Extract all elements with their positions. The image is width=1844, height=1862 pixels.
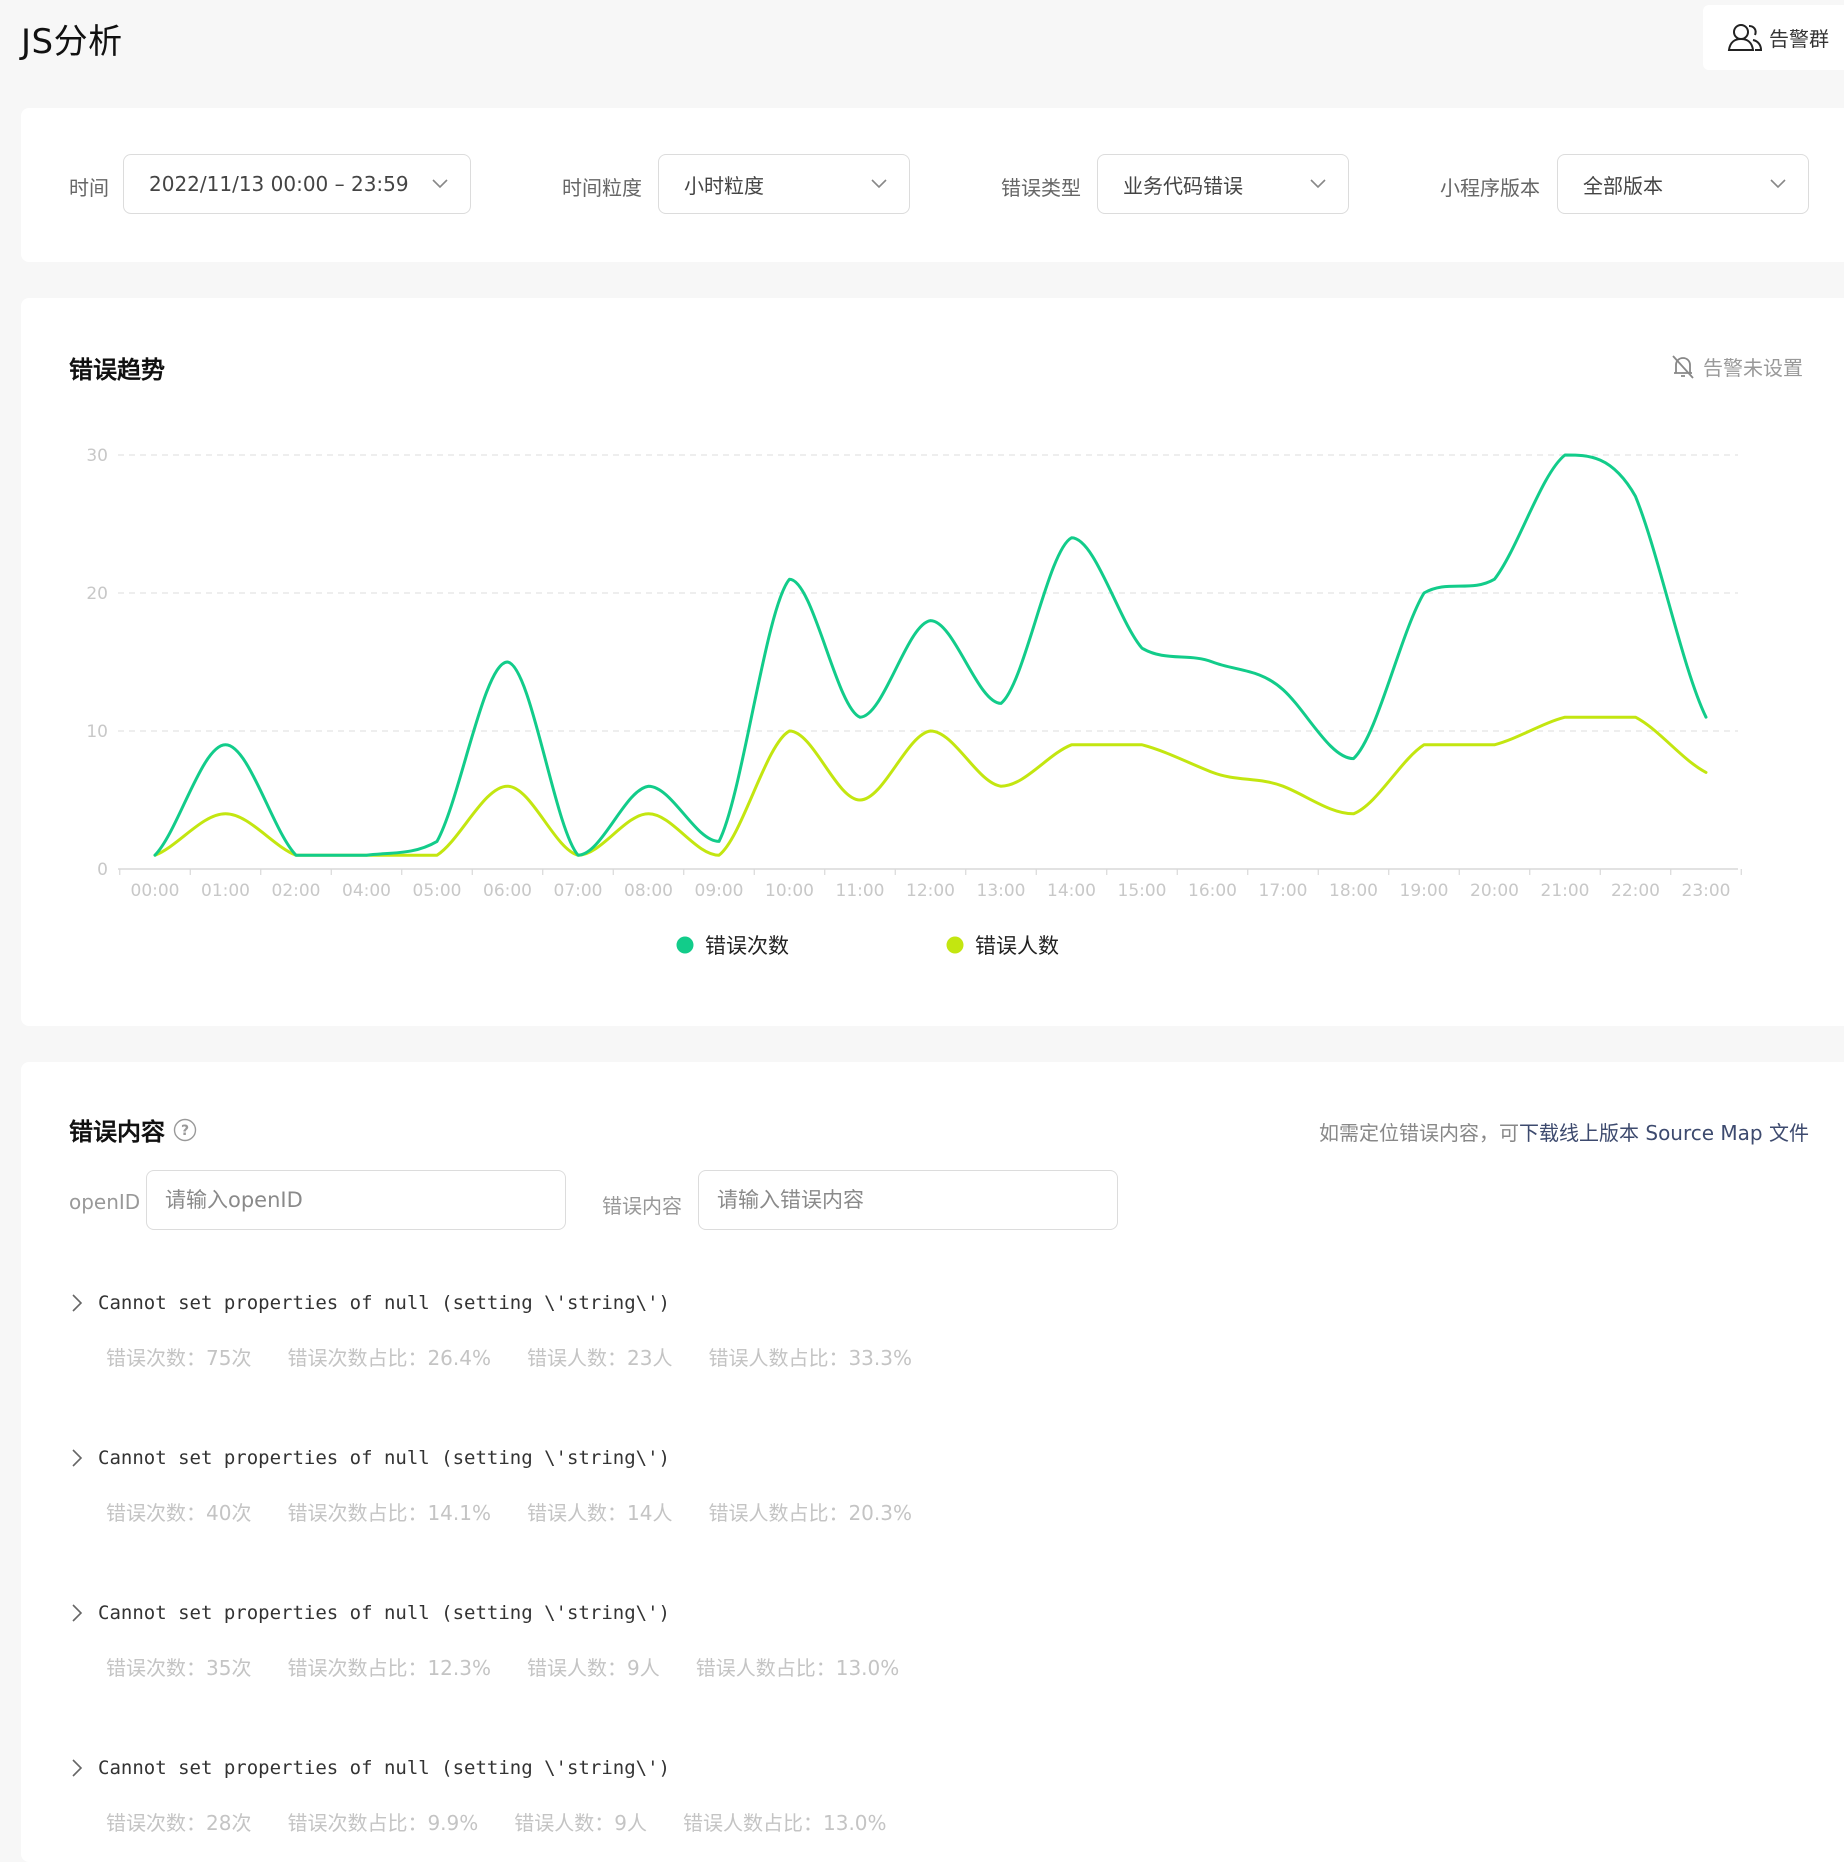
error-users-ratio: 错误人数占比：33.3% (708, 1346, 912, 1370)
error-message: Cannot set properties of null (setting \… (98, 1447, 670, 1469)
series-line (153, 453, 1708, 857)
error-users: 错误人数：9人 (514, 1811, 647, 1835)
content-title: 错误内容 (69, 1118, 165, 1146)
chevron-right-icon (72, 1604, 83, 1622)
x-tick-label: 04:00 (342, 881, 391, 901)
error-count-ratio: 错误次数占比：9.9% (287, 1811, 479, 1835)
x-tick-label: 18:00 (1329, 881, 1378, 901)
error-message: Cannot set properties of null (setting \… (98, 1292, 670, 1314)
error-expand-toggle[interactable]: Cannot set properties of null (setting \… (70, 1447, 1770, 1469)
error-count: 错误次数：35次 (106, 1656, 252, 1680)
legend-label: 错误人数 (975, 934, 1059, 958)
legend-marker (946, 936, 964, 954)
content-title-wrap: 错误内容 ? (69, 1112, 197, 1147)
error-stats: 错误次数：35次 错误次数占比：12.3% 错误人数：9人 错误人数占比：13.… (70, 1652, 1770, 1681)
x-tick-label: 10:00 (765, 881, 814, 901)
x-tick-label: 00:00 (131, 881, 180, 901)
error-count: 错误次数：28次 (106, 1811, 252, 1835)
error-expand-toggle[interactable]: Cannot set properties of null (setting \… (70, 1757, 1770, 1779)
error-keyword-input[interactable] (698, 1170, 1118, 1230)
error-expand-toggle[interactable]: Cannot set properties of null (setting \… (70, 1292, 1770, 1314)
help-icon[interactable]: ? (173, 1118, 197, 1142)
error-stats: 错误次数：75次 错误次数占比：26.4% 错误人数：23人 错误人数占比：33… (70, 1342, 1770, 1371)
x-tick-label: 06:00 (483, 881, 532, 901)
error-list-item: Cannot set properties of null (setting \… (70, 1447, 1770, 1526)
error-count: 错误次数：40次 (106, 1501, 252, 1525)
error-list-item: Cannot set properties of null (setting \… (70, 1602, 1770, 1681)
y-tick-label: 20 (86, 584, 108, 604)
error-trend-chart: 0 10 20 30 00:00 01:00 02:00 04:00 05:00 06:00 07:… (86, 446, 1742, 958)
x-tick-label: 16:00 (1188, 881, 1237, 901)
x-tick-label: 17:00 (1259, 881, 1308, 901)
legend-marker (676, 936, 694, 954)
x-tick-label: 02:00 (272, 881, 321, 901)
x-tick-label: 22:00 (1611, 881, 1660, 901)
x-tick-label: 11:00 (836, 881, 885, 901)
x-tick-label: 01:00 (201, 881, 250, 901)
error-users-ratio: 错误人数占比：13.0% (683, 1811, 887, 1835)
x-tick-label: 12:00 (906, 881, 955, 901)
series-line (153, 715, 1708, 857)
sourcemap-download-link[interactable]: 下载线上版本 Source Map 文件 (1519, 1121, 1809, 1145)
error-count-ratio: 错误次数占比：12.3% (287, 1656, 491, 1680)
error-users: 错误人数：14人 (527, 1501, 673, 1525)
x-tick-label: 09:00 (695, 881, 744, 901)
sourcemap-hint-text: 如需定位错误内容，可 (1319, 1121, 1520, 1145)
error-message: Cannot set properties of null (setting \… (98, 1757, 670, 1779)
error-list-item: Cannot set properties of null (setting \… (70, 1757, 1770, 1836)
x-tick-label: 05:00 (413, 881, 462, 901)
openid-label: openID (69, 1190, 141, 1214)
x-tick-label: 19:00 (1400, 881, 1449, 901)
chevron-right-icon (72, 1294, 83, 1312)
y-tick-label: 10 (86, 722, 108, 742)
x-tick-label: 08:00 (624, 881, 673, 901)
x-tick-label: 15:00 (1118, 881, 1167, 901)
error-stats: 错误次数：40次 错误次数占比：14.1% 错误人数：14人 错误人数占比：20… (70, 1497, 1770, 1526)
svg-text:?: ? (181, 1123, 189, 1139)
error-users: 错误人数：23人 (527, 1346, 673, 1370)
error-list-item: Cannot set properties of null (setting \… (70, 1292, 1770, 1371)
chevron-right-icon (72, 1759, 83, 1777)
x-tick-label: 14:00 (1047, 881, 1096, 901)
error-users-ratio: 错误人数占比：13.0% (695, 1656, 900, 1680)
error-stats: 错误次数：28次 错误次数占比：9.9% 错误人数：9人 错误人数占比：13.0… (70, 1807, 1770, 1836)
error-message: Cannot set properties of null (setting \… (98, 1602, 670, 1624)
y-tick-label: 0 (97, 860, 108, 880)
chevron-right-icon (72, 1449, 83, 1467)
x-tick-label: 21:00 (1541, 881, 1590, 901)
x-tick-label: 20:00 (1470, 881, 1519, 901)
x-tick-label: 23:00 (1682, 881, 1731, 901)
error-count-ratio: 错误次数占比：26.4% (287, 1346, 491, 1370)
error-count: 错误次数：75次 (106, 1346, 252, 1370)
error-users: 错误人数：9人 (527, 1656, 660, 1680)
error-keyword-label: 错误内容 (602, 1194, 682, 1218)
error-users-ratio: 错误人数占比：20.3% (708, 1501, 912, 1525)
x-tick-label: 13:00 (977, 881, 1026, 901)
legend-label: 错误次数 (705, 934, 789, 958)
openid-input[interactable] (146, 1170, 566, 1230)
x-tick-label: 07:00 (554, 881, 603, 901)
sourcemap-hint: 如需定位错误内容，可下载线上版本 Source Map 文件 (1319, 1117, 1809, 1146)
error-expand-toggle[interactable]: Cannot set properties of null (setting \… (70, 1602, 1770, 1624)
y-tick-label: 30 (86, 446, 108, 466)
error-count-ratio: 错误次数占比：14.1% (287, 1501, 491, 1525)
